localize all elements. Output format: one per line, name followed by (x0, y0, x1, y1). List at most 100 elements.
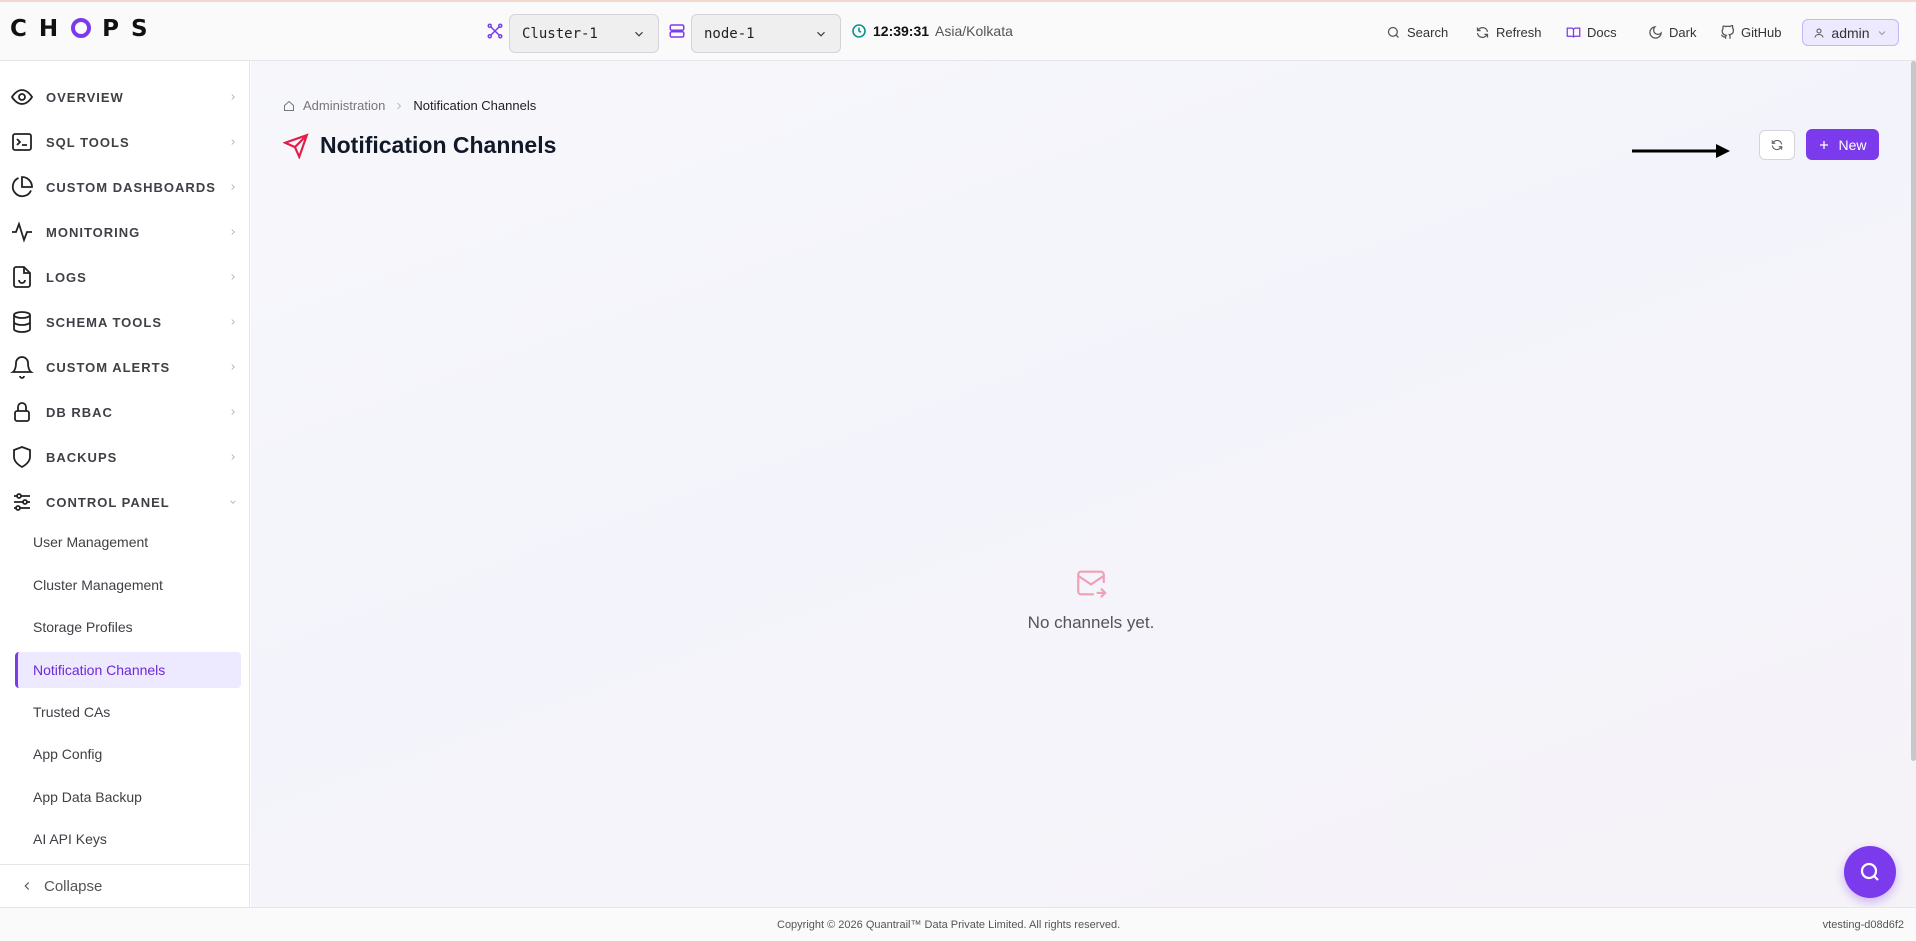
node-select-value: node-1 (704, 25, 755, 42)
database-icon (13, 311, 31, 333)
clock-icon (852, 24, 866, 38)
sidebar-subitem-label: Notification Channels (33, 662, 166, 678)
sidebar-item-logs[interactable]: LOGS (0, 259, 250, 295)
sidebar-item-label: CONTROL PANEL (46, 494, 170, 510)
search-icon (1387, 26, 1399, 38)
refresh-icon (1476, 26, 1489, 38)
footer: Copyright © 2026 Quantrail™ Data Private… (0, 907, 1916, 941)
sidebar-subitem-user-management[interactable]: User Management (15, 524, 241, 560)
refresh-button[interactable]: Refresh (1475, 2, 1542, 62)
docs-link[interactable]: Docs (1566, 2, 1617, 62)
app-logo[interactable]: C H P S (10, 16, 150, 42)
cluster-icon (487, 23, 503, 39)
sidebar-item-label: LOGS (46, 269, 87, 285)
sidebar-subitem-app-config[interactable]: App Config (15, 736, 241, 772)
sidebar-item-label: CUSTOM ALERTS (46, 359, 171, 375)
book-icon (1566, 27, 1581, 38)
chevron-down-icon (817, 31, 825, 37)
scrollbar[interactable] (1911, 61, 1916, 761)
search-icon (1860, 862, 1879, 881)
sidebar-subitem-storage-profiles[interactable]: Storage Profiles (15, 609, 241, 645)
sidebar-item-schema-tools[interactable]: SCHEMA TOOLS (0, 304, 250, 340)
sidebar-subitem-label: AI API Keys (33, 831, 107, 847)
main-content: Administration Notification Channels Not… (251, 61, 1916, 907)
sidebar-item-backups[interactable]: BACKUPS (0, 439, 250, 475)
eye-icon (10, 89, 34, 105)
sidebar-subitem-trusted-cas[interactable]: Trusted CAs (15, 694, 241, 730)
pie-chart-icon (11, 176, 33, 198)
refresh-list-button[interactable] (1759, 130, 1795, 160)
search-fab-button[interactable] (1844, 846, 1896, 898)
sidebar-item-db-rbac[interactable]: DB RBAC (0, 394, 250, 430)
breadcrumb-parent[interactable]: Administration (303, 98, 385, 113)
collapse-label: Collapse (44, 877, 103, 895)
bell-icon (10, 356, 34, 379)
node-select[interactable]: node-1 (691, 14, 841, 53)
sidebar-item-sql-tools[interactable]: SQL TOOLS (0, 124, 250, 160)
chevron-right-icon (231, 94, 235, 100)
sliders-icon (14, 493, 30, 511)
refresh-label: Refresh (1496, 24, 1542, 40)
breadcrumb-current: Notification Channels (413, 98, 537, 113)
chevron-right-icon (231, 364, 235, 370)
sidebar-item-custom-alerts[interactable]: CUSTOM ALERTS (0, 349, 250, 385)
chevron-right-icon (397, 102, 402, 109)
top-bar: C H P S Cluster-1 node-1 12:39:31 Asia/K… (0, 0, 1916, 61)
sidebar-subitem-label: Trusted CAs (33, 704, 111, 720)
sidebar-item-label: MONITORING (46, 224, 141, 240)
file-icon (13, 266, 31, 288)
chevron-left-icon (24, 882, 30, 890)
cluster-select[interactable]: Cluster-1 (509, 14, 659, 53)
send-icon (283, 133, 309, 159)
user-name: admin (1831, 24, 1870, 41)
sidebar-subitem-ai-api-keys[interactable]: AI API Keys (15, 821, 241, 857)
clock-timezone: Asia/Kolkata (935, 23, 1013, 39)
user-icon (1814, 28, 1824, 38)
sidebar-item-monitoring[interactable]: MONITORING (0, 214, 250, 250)
sidebar-subitem-cluster-management[interactable]: Cluster Management (15, 567, 241, 603)
github-label: GitHub (1741, 24, 1782, 40)
sidebar-item-control-panel[interactable]: CONTROL PANEL (0, 484, 250, 520)
chevron-down-icon (635, 31, 643, 37)
chevron-right-icon (231, 319, 235, 325)
user-menu-button[interactable]: admin (1802, 19, 1899, 46)
cluster-select-value: Cluster-1 (522, 25, 598, 42)
chevron-right-icon (231, 229, 235, 235)
sidebar-item-label: BACKUPS (46, 449, 118, 465)
sidebar-item-label: CUSTOM DASHBOARDS (46, 179, 216, 195)
refresh-icon (1771, 139, 1783, 151)
page-title: Notification Channels (320, 132, 557, 158)
chevron-right-icon (231, 409, 235, 415)
sidebar-item-overview[interactable]: OVERVIEW (0, 79, 250, 115)
sidebar-subitem-app-data-backup[interactable]: App Data Backup (15, 779, 241, 815)
sidebar-item-label: OVERVIEW (46, 89, 124, 105)
empty-state: No channels yet. (1001, 566, 1181, 633)
dark-mode-toggle[interactable]: Dark (1648, 2, 1696, 62)
sidebar-collapse-button[interactable]: Collapse (0, 864, 250, 907)
empty-state-text: No channels yet. (1027, 613, 1155, 632)
clock-time: 12:39:31 (873, 23, 930, 39)
arrow-annotation-icon (1632, 144, 1730, 158)
sidebar-item-label: DB RBAC (46, 404, 113, 420)
sidebar-subitem-label: Cluster Management (33, 577, 163, 593)
sidebar-subitem-label: Storage Profiles (33, 619, 133, 635)
lock-icon (14, 402, 30, 422)
home-icon[interactable] (283, 100, 295, 112)
search-button[interactable]: Search (1386, 2, 1448, 62)
new-channel-button[interactable]: New (1806, 129, 1879, 160)
chevron-down-icon (230, 500, 236, 504)
chevron-right-icon (231, 184, 235, 190)
sidebar-subitem-notification-channels[interactable]: Notification Channels (15, 652, 241, 688)
dark-label: Dark (1669, 24, 1697, 40)
sidebar-item-custom-dashboards[interactable]: CUSTOM DASHBOARDS (0, 169, 250, 205)
footer-copyright: Copyright © 2026 Quantrail™ Data Private… (777, 919, 1121, 931)
sidebar-subitem-label: App Data Backup (33, 789, 142, 805)
sidebar-item-label: SQL TOOLS (46, 134, 130, 150)
new-button-label: New (1838, 136, 1867, 153)
mail-send-icon (1077, 570, 1107, 598)
chevron-right-icon (231, 139, 235, 145)
terminal-icon (12, 133, 32, 151)
plus-icon (1820, 140, 1829, 149)
github-link[interactable]: GitHub (1720, 2, 1781, 62)
sidebar-item-label: SCHEMA TOOLS (46, 314, 163, 330)
